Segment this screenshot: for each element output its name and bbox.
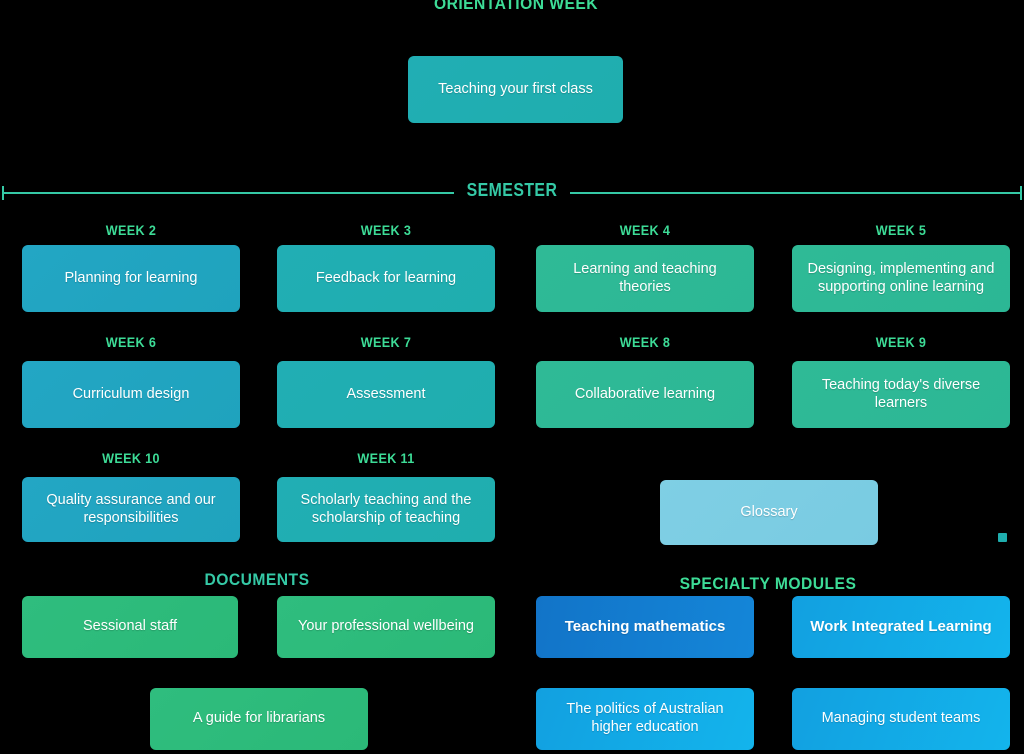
card-managing-student-teams[interactable]: Managing student teams xyxy=(792,688,1010,750)
week-label-3: WEEK 3 xyxy=(360,222,412,238)
card-label: Designing, implementing and supporting o… xyxy=(807,260,995,295)
card-label: Feedback for learning xyxy=(315,269,457,286)
card-label: Teaching today's diverse learners xyxy=(821,376,981,411)
card-label: Scholarly teaching and the scholarship o… xyxy=(300,491,472,526)
card-week-8[interactable]: Collaborative learning xyxy=(536,361,754,428)
card-teaching-mathematics[interactable]: Teaching mathematics xyxy=(536,596,754,658)
card-label: Planning for learning xyxy=(64,269,198,286)
card-week-10[interactable]: Quality assurance and our responsibiliti… xyxy=(22,477,240,542)
card-label: Curriculum design xyxy=(72,385,190,402)
card-label: Quality assurance and our responsibiliti… xyxy=(46,491,216,526)
card-week-9[interactable]: Teaching today's diverse learners xyxy=(792,361,1010,428)
card-label: Collaborative learning xyxy=(574,385,716,402)
card-week-5[interactable]: Designing, implementing and supporting o… xyxy=(792,245,1010,312)
week-label-6: WEEK 6 xyxy=(105,334,157,350)
divider-cap-right xyxy=(1020,186,1022,200)
card-label: Your professional wellbeing xyxy=(298,618,474,635)
card-label: Glossary xyxy=(740,503,798,520)
week-label-9: WEEK 9 xyxy=(875,334,927,350)
week-label-2: WEEK 2 xyxy=(105,222,157,238)
course-map-canvas: ORIENTATION WEEK Teaching your first cla… xyxy=(0,0,1024,754)
semester-heading: SEMESTER xyxy=(466,180,558,200)
card-label: Teaching mathematics xyxy=(564,617,726,635)
card-politics-of-australian-higher-education[interactable]: The politics of Australian higher educat… xyxy=(536,688,754,750)
card-label: Teaching your first class xyxy=(438,80,593,97)
specialty-modules-heading: SPECIALTY MODULES xyxy=(679,574,857,593)
week-label-11: WEEK 11 xyxy=(357,450,415,466)
card-week-2[interactable]: Planning for learning xyxy=(22,245,240,312)
week-label-7: WEEK 7 xyxy=(360,334,412,350)
card-week-7[interactable]: Assessment xyxy=(277,361,495,428)
card-label: Work Integrated Learning xyxy=(810,617,992,635)
card-label: Learning and teaching theories xyxy=(573,260,717,295)
card-week-4[interactable]: Learning and teaching theories xyxy=(536,245,754,312)
week-label-8: WEEK 8 xyxy=(619,334,671,350)
card-week-3[interactable]: Feedback for learning xyxy=(277,245,495,312)
card-teaching-your-first-class[interactable]: Teaching your first class xyxy=(408,56,623,123)
orientation-week-heading: ORIENTATION WEEK xyxy=(433,0,599,13)
card-label: Sessional staff xyxy=(82,618,178,635)
clipped-card-fragment xyxy=(998,533,1007,542)
card-label: A guide for librarians xyxy=(192,710,326,727)
card-week-11[interactable]: Scholarly teaching and the scholarship o… xyxy=(277,477,495,542)
card-label: The politics of Australian higher educat… xyxy=(566,701,724,735)
documents-heading: DOCUMENTS xyxy=(204,570,310,589)
week-label-10: WEEK 10 xyxy=(102,450,160,466)
card-glossary[interactable]: Glossary xyxy=(660,480,878,545)
card-label: Managing student teams xyxy=(821,710,981,727)
card-label: Assessment xyxy=(346,385,426,402)
week-label-4: WEEK 4 xyxy=(619,222,671,238)
card-sessional-staff[interactable]: Sessional staff xyxy=(22,596,238,658)
card-a-guide-for-librarians[interactable]: A guide for librarians xyxy=(150,688,368,750)
week-label-5: WEEK 5 xyxy=(875,222,927,238)
card-week-6[interactable]: Curriculum design xyxy=(22,361,240,428)
semester-divider: SEMESTER xyxy=(0,180,1024,206)
divider-cap-left xyxy=(2,186,4,200)
card-your-professional-wellbeing[interactable]: Your professional wellbeing xyxy=(277,596,495,658)
card-work-integrated-learning[interactable]: Work Integrated Learning xyxy=(792,596,1010,658)
